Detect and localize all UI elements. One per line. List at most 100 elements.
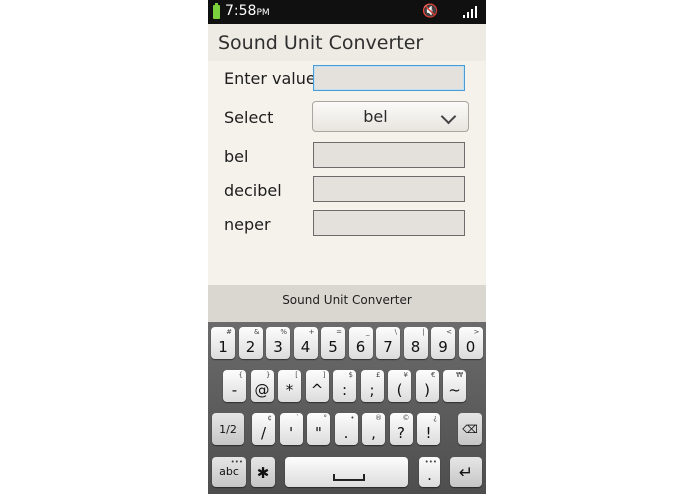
key-main-label: :	[341, 381, 348, 399]
keyboard-header-title: Sound Unit Converter	[282, 293, 412, 307]
key-secondary-label: &	[254, 328, 260, 336]
key-main-label: 0	[465, 338, 476, 356]
key-main-label: ;	[369, 381, 375, 399]
key-secondary-label: °	[323, 414, 328, 422]
app-title: Sound Unit Converter	[218, 32, 424, 54]
key-row1-4[interactable]: = 5	[321, 327, 345, 359]
key-row2-0[interactable]: {-	[223, 370, 246, 402]
key-secondary-label: }	[266, 371, 271, 379]
key-secondary-label: $	[348, 371, 353, 379]
settings-key[interactable]: ✱	[251, 457, 275, 487]
key-main-label: 7	[383, 338, 393, 356]
key-row1-7[interactable]: | 8	[403, 327, 428, 359]
key-secondary-label: |	[422, 328, 425, 336]
key-secondary-label: ¿	[433, 414, 437, 422]
status-time: 7:58	[225, 3, 257, 19]
key-secondary-label: _	[366, 328, 370, 336]
key-secondary-label: \	[394, 328, 397, 336]
key-main-label: 2	[245, 338, 256, 356]
select-label: Select	[224, 108, 274, 127]
key-row3-3[interactable]: •.	[334, 413, 358, 445]
key-row3-5[interactable]: ©?	[389, 413, 413, 445]
key-dot-label: .	[427, 466, 432, 484]
key-row1-0[interactable]: #1	[211, 327, 235, 359]
key-secondary-label: £	[376, 371, 381, 379]
backspace-key[interactable]: ⌫	[458, 413, 482, 445]
key-row1-3[interactable]: +4	[293, 327, 318, 359]
key-secondary-label: %	[280, 328, 287, 336]
key-mode-toggle[interactable]: 1/2	[212, 413, 244, 445]
keyboard-header: Sound Unit Converter	[208, 285, 486, 322]
key-main-label: 3	[273, 338, 283, 356]
key-row1-1[interactable]: & 2	[238, 327, 263, 359]
space-icon	[332, 474, 365, 481]
status-ampm: PM	[256, 8, 270, 18]
key-row1-9[interactable]: >0	[458, 327, 483, 359]
key-secondary-label: {	[238, 371, 243, 379]
enter-value-label: Enter value	[224, 69, 316, 88]
key-row2-8[interactable]: ₩ ~	[443, 370, 466, 402]
key-main-label: ^	[310, 381, 324, 399]
key-secondary-label: ¥	[403, 371, 408, 379]
unit-select[interactable]: bel	[312, 101, 469, 132]
signal-icon	[463, 6, 479, 18]
title-bar: Sound Unit Converter	[208, 24, 486, 61]
key-main-label: *	[285, 381, 294, 399]
status-bar: 7:58PM 🔇	[208, 0, 486, 24]
key-row3-0[interactable]: ¢ /	[252, 413, 275, 445]
key-main-label: ?	[397, 424, 405, 442]
ellipsis-icon: •••	[424, 458, 437, 466]
result-label-bel: bel	[224, 147, 249, 166]
key-main-label: (	[396, 381, 403, 399]
key-row3-4[interactable]: ®,	[362, 413, 385, 445]
result-field-decibel[interactable]	[313, 176, 465, 202]
unit-select-value: bel	[363, 107, 388, 126]
key-row1-5[interactable]: _ 6	[348, 327, 373, 359]
result-field-bel[interactable]	[313, 142, 465, 168]
enter-icon: ↵	[458, 463, 474, 483]
gear-icon: ✱	[256, 464, 270, 482]
enter-value-input[interactable]	[313, 65, 465, 91]
key-secondary-label: <	[446, 328, 452, 336]
key-row3-1[interactable]: ` '	[279, 413, 303, 445]
key-secondary-label: =	[336, 328, 342, 336]
key-main-label: ~	[448, 381, 461, 399]
key-secondary-label: ©	[402, 414, 410, 422]
enter-key[interactable]: ↵	[450, 457, 482, 487]
result-field-neper[interactable]	[313, 210, 465, 236]
key-row3-6[interactable]: ¿!	[417, 413, 440, 445]
key-secondary-label: `	[296, 414, 300, 422]
key-secondary-label: ¢	[267, 414, 272, 422]
key-row2-5[interactable]: £;	[360, 370, 384, 402]
result-label-decibel: decibel	[224, 181, 282, 200]
key-row1-2[interactable]: % 3	[266, 327, 290, 359]
key-secondary-label: +	[308, 328, 315, 336]
key-row2-4[interactable]: $:	[333, 370, 356, 402]
key-row2-1[interactable]: } @	[250, 370, 274, 402]
key-main-label: !	[425, 424, 432, 442]
key-secondary-label: ®	[375, 414, 382, 422]
key-row2-6[interactable]: ¥(	[388, 370, 411, 402]
key-main-label: @	[254, 381, 270, 399]
key-abc[interactable]: ••• abc	[212, 457, 246, 487]
chevron-down-icon	[440, 108, 457, 125]
status-clock: 7:58PM	[225, 3, 270, 19]
key-row1-6[interactable]: \ 7	[376, 327, 400, 359]
space-key[interactable]	[285, 457, 408, 487]
key-secondary-label: >	[473, 328, 480, 336]
key-secondary-label: ]	[322, 371, 326, 379]
key-secondary-label: [	[295, 371, 298, 379]
key-main-label: 4	[300, 338, 311, 356]
backspace-icon: ⌫	[462, 423, 478, 436]
key-secondary-label: •	[350, 414, 355, 422]
phone-screen: 7:58PM 🔇 Sound Unit Converter Enter valu…	[208, 0, 486, 494]
key-main-label: -	[231, 381, 238, 399]
key-row1-8[interactable]: <9	[431, 327, 455, 359]
result-label-neper: neper	[224, 215, 271, 234]
key-main-label: '	[288, 424, 294, 442]
key-row2-3[interactable]: ] ^	[305, 370, 329, 402]
key-row3-2[interactable]: ° "	[307, 413, 330, 445]
key-row2-2[interactable]: [*	[278, 370, 301, 402]
key-dot[interactable]: •••.	[419, 457, 440, 487]
key-row2-7[interactable]: €)	[415, 370, 439, 402]
